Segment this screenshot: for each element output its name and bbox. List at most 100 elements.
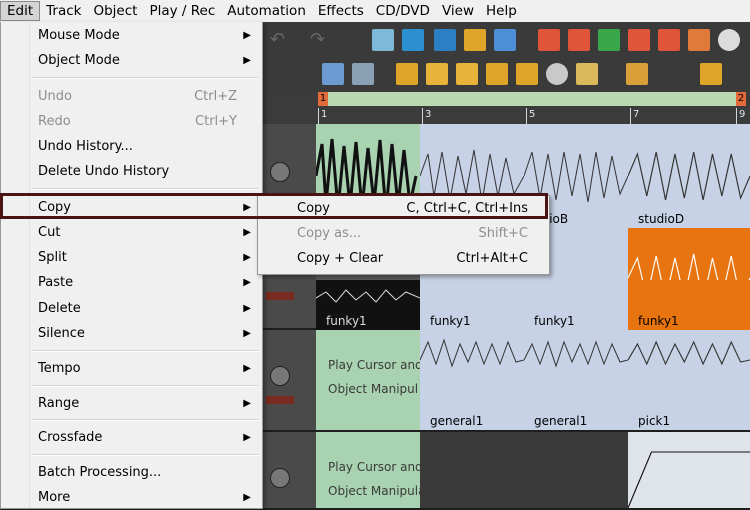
menu-item-label: Copy as...	[297, 226, 362, 241]
audio-clip-selected[interactable]: funky1	[628, 280, 750, 330]
spectrum-icon[interactable]	[626, 63, 648, 85]
submenu-arrow-icon: ▶	[243, 328, 251, 339]
lane-hint-text: Object Manipulation Area	[328, 484, 480, 498]
tools-icon[interactable]	[576, 63, 598, 85]
volume-fader[interactable]	[266, 292, 294, 300]
menu-item-tempo[interactable]: Tempo ▶	[2, 357, 261, 381]
undo-icon[interactable]: ↶	[270, 29, 292, 51]
menu-item-redo[interactable]: Redo Ctrl+Y	[2, 110, 261, 134]
marker-start[interactable]: 1	[318, 92, 328, 106]
track-lane-5[interactable]: Play Cursor and Range Manipulation Area …	[316, 432, 750, 510]
menu-item-cut[interactable]: Cut ▶	[2, 221, 261, 245]
submenu-arrow-icon: ▶	[243, 303, 251, 314]
menu-cd-dvd[interactable]: CD/DVD	[370, 1, 436, 21]
menu-item-range[interactable]: Range ▶	[2, 392, 261, 416]
menu-item-more[interactable]: More ▶	[2, 486, 261, 510]
menu-item-batch-processing[interactable]: Batch Processing...	[2, 461, 261, 485]
menu-object[interactable]: Object	[87, 1, 143, 21]
loop-range-bar[interactable]	[318, 92, 746, 106]
marker-p-icon[interactable]	[628, 29, 650, 51]
knob-icon[interactable]	[270, 468, 290, 488]
empty-region[interactable]: Play Cursor and Object Manipul	[316, 330, 423, 430]
lock-icon[interactable]	[396, 63, 418, 85]
marker-t-icon[interactable]	[568, 29, 590, 51]
submenu-arrow-icon: ▶	[243, 277, 251, 288]
menu-item-undo-history[interactable]: Undo History...	[2, 135, 261, 159]
track-lane-4[interactable]: Play Cursor and Object Manipul general1 …	[316, 330, 750, 432]
menu-edit[interactable]: Edit	[0, 1, 41, 21]
menu-item-delete[interactable]: Delete ▶	[2, 297, 261, 321]
audio-clip[interactable]	[628, 432, 750, 508]
audio-clip[interactable]: general1	[524, 330, 629, 430]
zoom-icon[interactable]	[352, 63, 374, 85]
swap-icon[interactable]	[434, 29, 456, 51]
menu-item-split[interactable]: Split ▶	[2, 246, 261, 270]
stack-icon[interactable]	[516, 63, 538, 85]
submenu-item-copy-as[interactable]: Copy as... Shift+C	[259, 222, 548, 246]
crossfade-icon[interactable]	[402, 29, 424, 51]
menu-separator	[31, 385, 258, 387]
audio-clip[interactable]: funky1	[316, 280, 421, 330]
menu-item-undo[interactable]: Undo Ctrl+Z	[2, 85, 261, 109]
clip-label: pick1	[638, 414, 671, 428]
menu-track[interactable]: Track	[40, 1, 87, 21]
volume-fader[interactable]	[266, 396, 294, 404]
redo-icon[interactable]: ↷	[310, 29, 332, 51]
track-lane-3[interactable]: funky1 funky1 funky1 funky1	[316, 280, 750, 332]
align-icon[interactable]	[464, 29, 486, 51]
menu-play-rec[interactable]: Play / Rec	[143, 1, 221, 21]
knob-icon[interactable]	[270, 366, 290, 386]
menu-item-label: Silence	[38, 326, 85, 341]
audio-clip[interactable]: funky1	[524, 280, 629, 330]
track-list-icon[interactable]	[486, 63, 508, 85]
menu-item-label: Redo	[38, 114, 71, 129]
speaker-icon[interactable]	[322, 63, 344, 85]
menu-item-paste[interactable]: Paste ▶	[2, 271, 261, 295]
menu-item-label: Mouse Mode	[38, 28, 120, 43]
track-header-4[interactable]	[262, 432, 316, 510]
menu-item-mouse-mode[interactable]: Mouse Mode ▶	[2, 24, 261, 48]
clip-label: funky1	[534, 314, 575, 328]
auto-icon[interactable]	[688, 29, 710, 51]
magnet-icon[interactable]	[372, 29, 394, 51]
menu-item-delete-undo-history[interactable]: Delete Undo History	[2, 160, 261, 184]
submenu-arrow-icon: ▶	[243, 30, 251, 41]
level-icon[interactable]	[700, 63, 722, 85]
object-color-icon[interactable]	[426, 63, 448, 85]
copyright-icon[interactable]	[718, 29, 740, 51]
envelope-icon[interactable]	[456, 63, 478, 85]
menu-item-crossfade[interactable]: Crossfade ▶	[2, 426, 261, 450]
knob-icon[interactable]	[270, 162, 290, 182]
menu-item-shortcut: Ctrl+Alt+C	[456, 251, 528, 266]
menu-item-label: Copy	[38, 200, 71, 215]
audio-clip[interactable]: general1	[420, 330, 525, 430]
menu-view[interactable]: View	[436, 1, 480, 21]
layers-icon[interactable]	[494, 29, 516, 51]
clip-label: funky1	[326, 314, 367, 328]
marker-s-icon[interactable]	[598, 29, 620, 51]
audio-clip[interactable]: funky1	[420, 280, 525, 330]
copy-submenu: Copy C, Ctrl+C, Ctrl+Ins Copy as... Shif…	[257, 195, 550, 275]
submenu-item-copy[interactable]: Copy C, Ctrl+C, Ctrl+Ins	[259, 197, 548, 221]
submenu-arrow-icon: ▶	[243, 55, 251, 66]
marker-end[interactable]: 2	[736, 92, 746, 106]
menu-item-object-mode[interactable]: Object Mode ▶	[2, 49, 261, 73]
submenu-arrow-icon: ▶	[243, 492, 251, 503]
menu-item-silence[interactable]: Silence ▶	[2, 322, 261, 346]
submenu-arrow-icon: ▶	[243, 398, 251, 409]
ruler-tick: 9	[736, 108, 745, 124]
menu-item-label: Crossfade	[38, 430, 103, 445]
timeline-ruler[interactable]: 1 2 1 3 5 7 9	[262, 90, 750, 124]
marker-m-icon[interactable]	[538, 29, 560, 51]
menu-effects[interactable]: Effects	[312, 1, 370, 21]
audio-clip[interactable]: pick1	[628, 330, 750, 430]
search-icon[interactable]	[546, 63, 568, 85]
menu-help[interactable]: Help	[480, 1, 523, 21]
menu-separator	[31, 454, 258, 456]
track-header-3[interactable]	[262, 330, 316, 432]
submenu-item-copy-clear[interactable]: Copy + Clear Ctrl+Alt+C	[259, 247, 548, 271]
menu-item-copy[interactable]: Copy ▶	[2, 196, 261, 220]
marker-f-icon[interactable]	[658, 29, 680, 51]
menu-automation[interactable]: Automation	[221, 1, 312, 21]
audio-clip[interactable]: studioD	[628, 124, 750, 228]
